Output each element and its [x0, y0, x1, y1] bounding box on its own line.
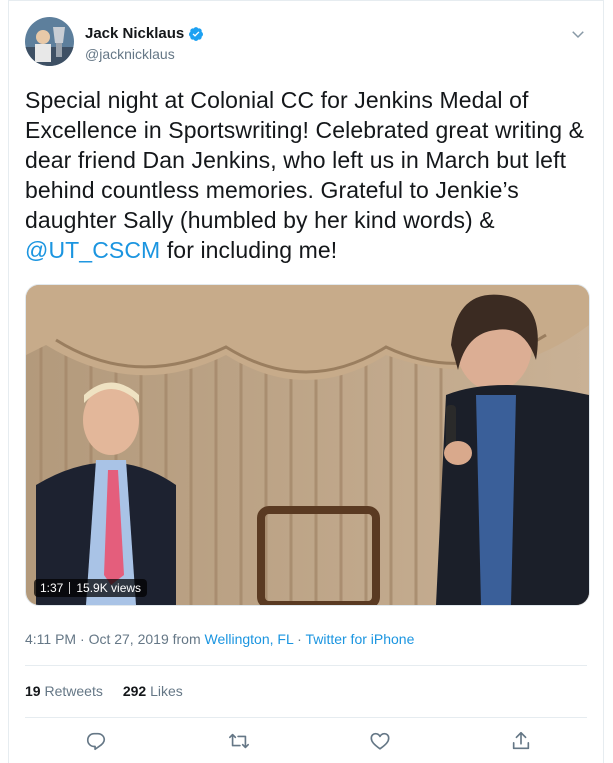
reply-button[interactable]	[82, 727, 110, 755]
tweet-stats: 19 Retweets 292 Likes	[25, 683, 183, 699]
meta-from: from	[168, 631, 205, 647]
retweets-label: Retweets	[44, 683, 103, 699]
video-duration: 1:37	[40, 581, 64, 595]
video-frame	[26, 285, 589, 605]
avatar[interactable]	[25, 17, 74, 66]
retweet-icon	[229, 733, 249, 749]
video-player[interactable]: 1:37 15.9K views	[25, 284, 590, 606]
divider	[25, 717, 587, 718]
location-link[interactable]: Wellington, FL	[205, 631, 294, 647]
tweet-text: Special night at Colonial CC for Jenkins…	[25, 85, 595, 265]
chevron-down-icon[interactable]	[569, 25, 587, 43]
reply-icon	[86, 732, 106, 751]
tweet-card: Jack Nicklaus @jacknicklaus Special nigh…	[8, 0, 604, 763]
likes-count: 292	[122, 683, 147, 699]
author-handle[interactable]: @jacknicklaus	[85, 46, 175, 62]
tweet-text-part: Special night at Colonial CC for Jenkins…	[25, 87, 585, 233]
like-button[interactable]	[366, 727, 394, 755]
tweet-meta: 4:11 PM · Oct 27, 2019 from Wellington, …	[25, 631, 414, 647]
share-button[interactable]	[507, 727, 535, 755]
retweets-count: 19	[25, 683, 41, 699]
tweet-actions	[9, 727, 603, 757]
share-icon	[512, 731, 530, 750]
meta-separator: ·	[293, 631, 306, 647]
video-views: 15.9K views	[76, 581, 142, 595]
likes-stat[interactable]: 292 Likes	[123, 683, 183, 699]
likes-label: Likes	[150, 683, 183, 699]
source-link[interactable]: Twitter for iPhone	[305, 631, 414, 647]
tweet-date[interactable]: Oct 27, 2019	[89, 631, 169, 647]
badge-divider	[69, 582, 71, 594]
tweet-text-part: for including me!	[160, 237, 338, 263]
like-icon	[370, 732, 390, 750]
retweets-stat[interactable]: 19 Retweets	[25, 683, 103, 699]
video-badges: 1:37 15.9K views	[34, 579, 148, 597]
mention-link[interactable]: @UT_CSCM	[25, 237, 160, 263]
author-name[interactable]: Jack Nicklaus	[85, 25, 184, 42]
name-row[interactable]: Jack Nicklaus	[85, 25, 204, 42]
verified-badge-icon	[189, 26, 204, 41]
divider	[25, 665, 587, 666]
tweet-time[interactable]: 4:11 PM	[25, 631, 76, 647]
retweet-button[interactable]	[225, 727, 253, 755]
meta-separator: ·	[76, 631, 89, 647]
tweet-header: Jack Nicklaus @jacknicklaus	[25, 15, 593, 67]
